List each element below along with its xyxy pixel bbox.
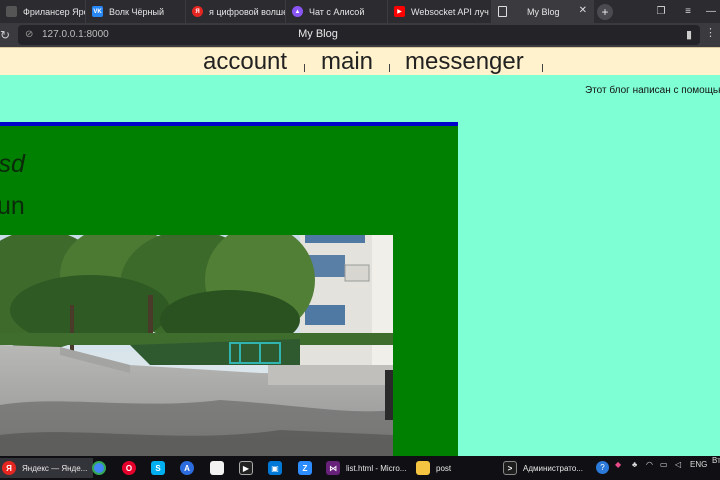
nav-account-link[interactable]: account <box>203 48 287 76</box>
folder-icon <box>416 461 430 475</box>
file-icon <box>210 461 224 475</box>
tab-title: я цифровой волшеб <box>209 6 285 17</box>
taskbar-item-skype[interactable]: S <box>151 458 171 478</box>
volume-icon[interactable]: ◁ <box>675 460 681 469</box>
tab-manager-icon[interactable]: ❐ <box>650 0 672 23</box>
minimize-icon[interactable]: — <box>700 0 720 23</box>
post-title: csd <box>0 150 25 178</box>
taskbar-item-folder[interactable]: post <box>416 458 451 478</box>
taskbar: Я Яндекс — Янде... O S A ▶ ▣ Z ⋈ list.ht… <box>0 456 720 480</box>
help-icon[interactable]: ? <box>596 461 609 474</box>
taskbar-item-terminal[interactable]: > Администрато... <box>503 458 583 478</box>
tab-favicon-freelance <box>6 6 17 17</box>
tab-title: Websocket API луч <box>411 6 489 17</box>
tab-websocket[interactable]: ▶ Websocket API луч <box>388 0 492 23</box>
youtube-icon: ▶ <box>394 6 405 17</box>
post-card: csd fun <box>0 122 458 456</box>
vk-icon: VK <box>92 6 103 17</box>
address-bar: ↻ ⊘ 127.0.0.1:8000 My Blog ▮ ⋮ <box>0 23 720 47</box>
opera-icon: O <box>122 461 136 475</box>
site-nav: account main messenger <box>0 47 720 75</box>
nav-messenger-link[interactable]: messenger <box>405 48 524 76</box>
chrome-icon <box>92 461 106 475</box>
taskbar-label: Яндекс — Янде... <box>22 463 88 473</box>
language-indicator[interactable]: ENG <box>690 460 707 469</box>
page-title: My Blog <box>298 28 338 40</box>
yandex-browser-icon: Я <box>2 461 16 475</box>
terminal-icon: > <box>503 461 517 475</box>
nav-separator <box>542 64 543 72</box>
taskbar-item-zoom[interactable]: Z <box>298 458 318 478</box>
nav-main-link[interactable]: main <box>321 48 373 76</box>
tray-app-icon[interactable]: ♣ <box>632 460 637 469</box>
taskbar-item-opera[interactable]: O <box>122 458 142 478</box>
taskbar-label: Администрато... <box>523 463 583 473</box>
yandex-icon: Я <box>192 6 203 17</box>
close-tab-icon[interactable]: ✕ <box>579 5 587 16</box>
taskbar-item-media[interactable]: ▶ <box>239 458 259 478</box>
wifi-icon[interactable]: ◠ <box>646 460 653 469</box>
taskbar-item-vs[interactable]: ⋈ list.html - Micro... <box>326 458 406 478</box>
marquee-text: Этот блог написан с помощью <box>585 85 720 96</box>
bookmark-icon[interactable]: ▮ <box>686 28 692 41</box>
nav-separator <box>389 64 390 72</box>
plus-icon: + <box>597 3 613 20</box>
web-page: account main messenger Этот блог написан… <box>0 47 720 456</box>
taskbar-item-chrome[interactable] <box>92 458 112 478</box>
taskbar-label: post <box>436 463 452 473</box>
taskbar-item-file[interactable] <box>210 458 230 478</box>
taskbar-item-yandex[interactable]: Я Яндекс — Янде... <box>0 458 94 478</box>
extensions-icon[interactable]: ⋮ <box>705 26 716 39</box>
skype-icon: S <box>151 461 165 475</box>
media-player-icon: ▶ <box>239 461 253 475</box>
courtyard-photo <box>0 235 393 456</box>
new-tab-button[interactable]: + <box>594 0 616 23</box>
app-tray-icon[interactable]: ◆ <box>615 460 621 469</box>
taskbar-item-app[interactable]: A <box>180 458 200 478</box>
battery-icon[interactable]: ▭ <box>660 460 668 469</box>
url-field[interactable]: ⊘ 127.0.0.1:8000 My Blog ▮ <box>18 25 700 45</box>
tab-alice[interactable]: ▲ Чат с Алисой <box>286 0 388 23</box>
taskbar-item-store[interactable]: ▣ <box>268 458 288 478</box>
tab-my-blog[interactable]: My Blog ✕ <box>492 0 594 23</box>
tab-yandex[interactable]: Я я цифровой волшеб <box>186 0 286 23</box>
nav-separator <box>304 64 305 72</box>
visual-studio-icon: ⋈ <box>326 461 340 475</box>
post-image <box>0 235 393 456</box>
tab-title: Чат с Алисой <box>309 6 365 17</box>
browser-tab-strip: Фрилансер Ярослав VK Волк Чёрный Я я циф… <box>0 0 720 23</box>
alice-icon: ▲ <box>292 6 303 17</box>
tab-title: Волк Чёрный <box>109 6 164 17</box>
clock[interactable]: Вт <box>712 456 720 465</box>
tab-freelance[interactable]: Фрилансер Ярослав <box>0 0 86 23</box>
post-subtitle: fun <box>0 192 25 220</box>
app-a-icon: A <box>180 461 194 475</box>
taskbar-label: list.html - Micro... <box>346 463 407 473</box>
reload-icon[interactable]: ↻ <box>0 28 10 42</box>
menu-icon[interactable]: ≡ <box>677 0 699 23</box>
tab-title: Фрилансер Ярослав <box>23 6 85 17</box>
tab-vk[interactable]: VK Волк Чёрный <box>86 0 186 23</box>
document-icon <box>498 6 507 17</box>
store-icon: ▣ <box>268 461 282 475</box>
tab-title: My Blog <box>527 6 560 17</box>
zoom-icon: Z <box>298 461 312 475</box>
